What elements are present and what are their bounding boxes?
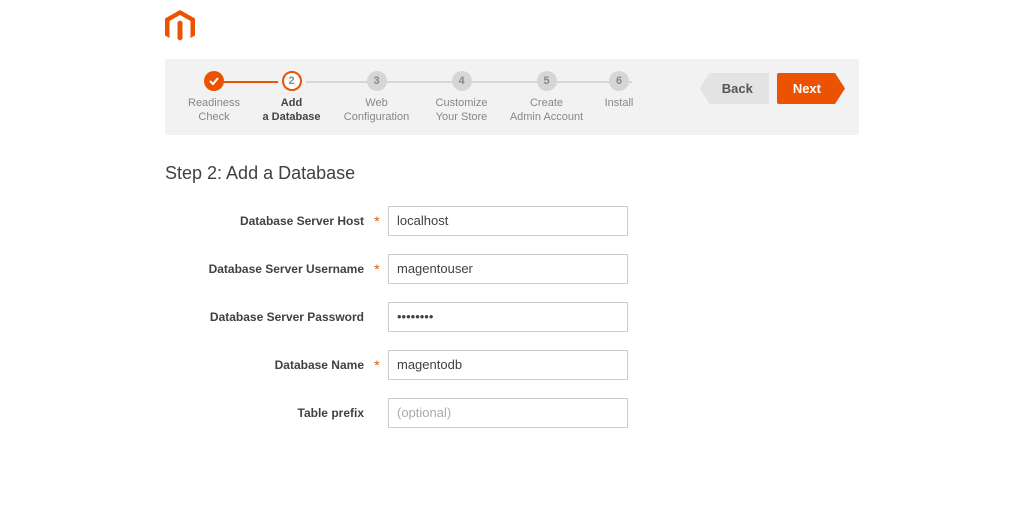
step-customize-store[interactable]: 4 Customize Your Store [419,71,504,125]
label-table-prefix: Table prefix [165,406,370,420]
table-prefix-input[interactable] [388,398,628,428]
db-password-input[interactable] [388,302,628,332]
back-button[interactable]: Back [700,73,769,104]
wizard-nav: Back Next [700,73,845,104]
step-label: Install [605,97,634,111]
row-db-name: Database Name * [165,350,859,380]
step-circle: 5 [537,71,557,91]
row-db-host: Database Server Host * [165,206,859,236]
step-install[interactable]: 6 Install [589,71,649,111]
wizard-bar: Readiness Check 2 Add a Database 3 Web C… [165,59,859,135]
required-marker: * [370,357,384,373]
db-name-input[interactable] [388,350,628,380]
step-web-configuration[interactable]: 3 Web Configuration [334,71,419,125]
required-marker: * [370,213,384,229]
label-db-name: Database Name [165,358,370,372]
step-create-admin[interactable]: 5 Create Admin Account [504,71,589,125]
step-label: Readiness Check [188,97,240,125]
required-marker: * [370,261,384,277]
wizard-steps: Readiness Check 2 Add a Database 3 Web C… [179,71,649,125]
row-db-username: Database Server Username * [165,254,859,284]
db-username-input[interactable] [388,254,628,284]
db-host-input[interactable] [388,206,628,236]
label-db-password: Database Server Password [165,310,370,324]
step-label: Add a Database [262,97,320,125]
step-label: Web Configuration [344,97,409,125]
step-readiness-check[interactable]: Readiness Check [179,71,249,125]
step-circle [204,71,224,91]
page-heading: Step 2: Add a Database [165,163,859,184]
row-table-prefix: Table prefix [165,398,859,428]
step-add-database[interactable]: 2 Add a Database [249,71,334,125]
check-icon [209,76,219,86]
next-button[interactable]: Next [777,73,845,104]
row-db-password: Database Server Password [165,302,859,332]
database-form: Database Server Host * Database Server U… [165,206,859,428]
logo-area [165,10,859,47]
step-circle: 6 [609,71,629,91]
label-db-host: Database Server Host [165,214,370,228]
step-circle: 2 [282,71,302,91]
step-circle: 3 [367,71,387,91]
step-label: Customize Your Store [436,97,488,125]
magento-logo-icon [165,10,195,44]
step-circle: 4 [452,71,472,91]
step-label: Create Admin Account [510,97,583,125]
label-db-username: Database Server Username [165,262,370,276]
